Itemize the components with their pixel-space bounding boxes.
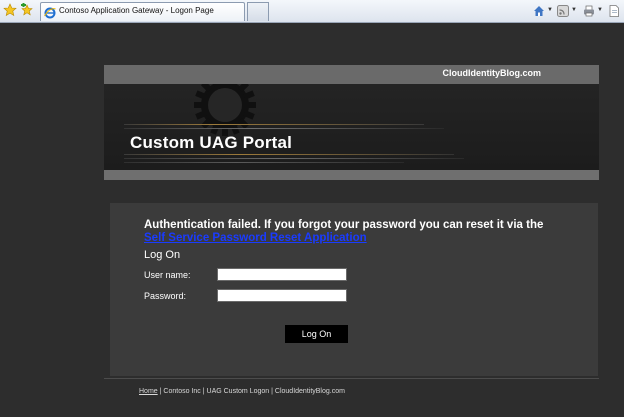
tab-title: Contoso Application Gateway - Logon Page	[59, 6, 214, 15]
browser-tab-active[interactable]: Contoso Application Gateway - Logon Page	[40, 2, 245, 21]
username-input[interactable]	[217, 268, 347, 281]
footer-separator: |	[159, 388, 162, 395]
add-favorites-icon[interactable]	[20, 3, 34, 17]
header-divider-bar	[104, 170, 599, 180]
print-dropdown-icon[interactable]: ▼	[597, 7, 603, 13]
new-tab-button[interactable]	[247, 2, 269, 21]
logon-heading: Log On	[144, 249, 181, 261]
footer-separator: |	[271, 388, 273, 395]
logon-panel: Authentication failed. If you forgot you…	[110, 203, 598, 376]
decorative-line	[124, 162, 404, 163]
decorative-line	[124, 128, 444, 129]
internet-explorer-icon	[44, 6, 56, 19]
decorative-line	[124, 158, 464, 159]
logon-button[interactable]: Log On	[285, 325, 348, 343]
home-icon[interactable]	[533, 4, 545, 16]
password-reset-link[interactable]: Self Service Password Reset Application	[144, 232, 367, 244]
auth-error-message: Authentication failed. If you forgot you…	[144, 219, 584, 245]
favorites-star-icon[interactable]	[3, 3, 17, 17]
footer-divider	[104, 378, 599, 379]
username-label: User name:	[144, 270, 191, 280]
password-label: Password:	[144, 291, 187, 301]
portal-banner: Custom UAG Portal	[104, 84, 599, 170]
page-icon[interactable]	[608, 4, 620, 17]
footer-site: CloudIdentityBlog.com	[274, 388, 345, 395]
feeds-dropdown-icon[interactable]: ▼	[571, 7, 577, 13]
password-input[interactable]	[217, 289, 347, 302]
portal-top-bar: CloudIdentityBlog.com	[104, 65, 599, 84]
footer: Home | Contoso Inc | UAG Custom Logon | …	[139, 388, 345, 395]
decorative-line	[124, 154, 454, 155]
footer-page-name: UAG Custom Logon	[206, 388, 270, 395]
site-link[interactable]: CloudIdentityBlog.com	[443, 68, 542, 78]
feeds-icon[interactable]	[557, 4, 569, 17]
page-title: Custom UAG Portal	[130, 133, 293, 152]
footer-home-link[interactable]: Home	[139, 388, 158, 395]
browser-toolbar: Contoso Application Gateway - Logon Page…	[0, 0, 624, 23]
footer-separator: |	[202, 388, 205, 395]
print-icon[interactable]	[583, 4, 595, 17]
auth-error-text: Authentication failed. If you forgot you…	[144, 219, 544, 231]
home-dropdown-icon[interactable]: ▼	[547, 7, 553, 13]
gear-logo-icon	[192, 84, 258, 138]
decorative-line	[124, 124, 424, 125]
footer-company: Contoso Inc	[163, 388, 201, 395]
